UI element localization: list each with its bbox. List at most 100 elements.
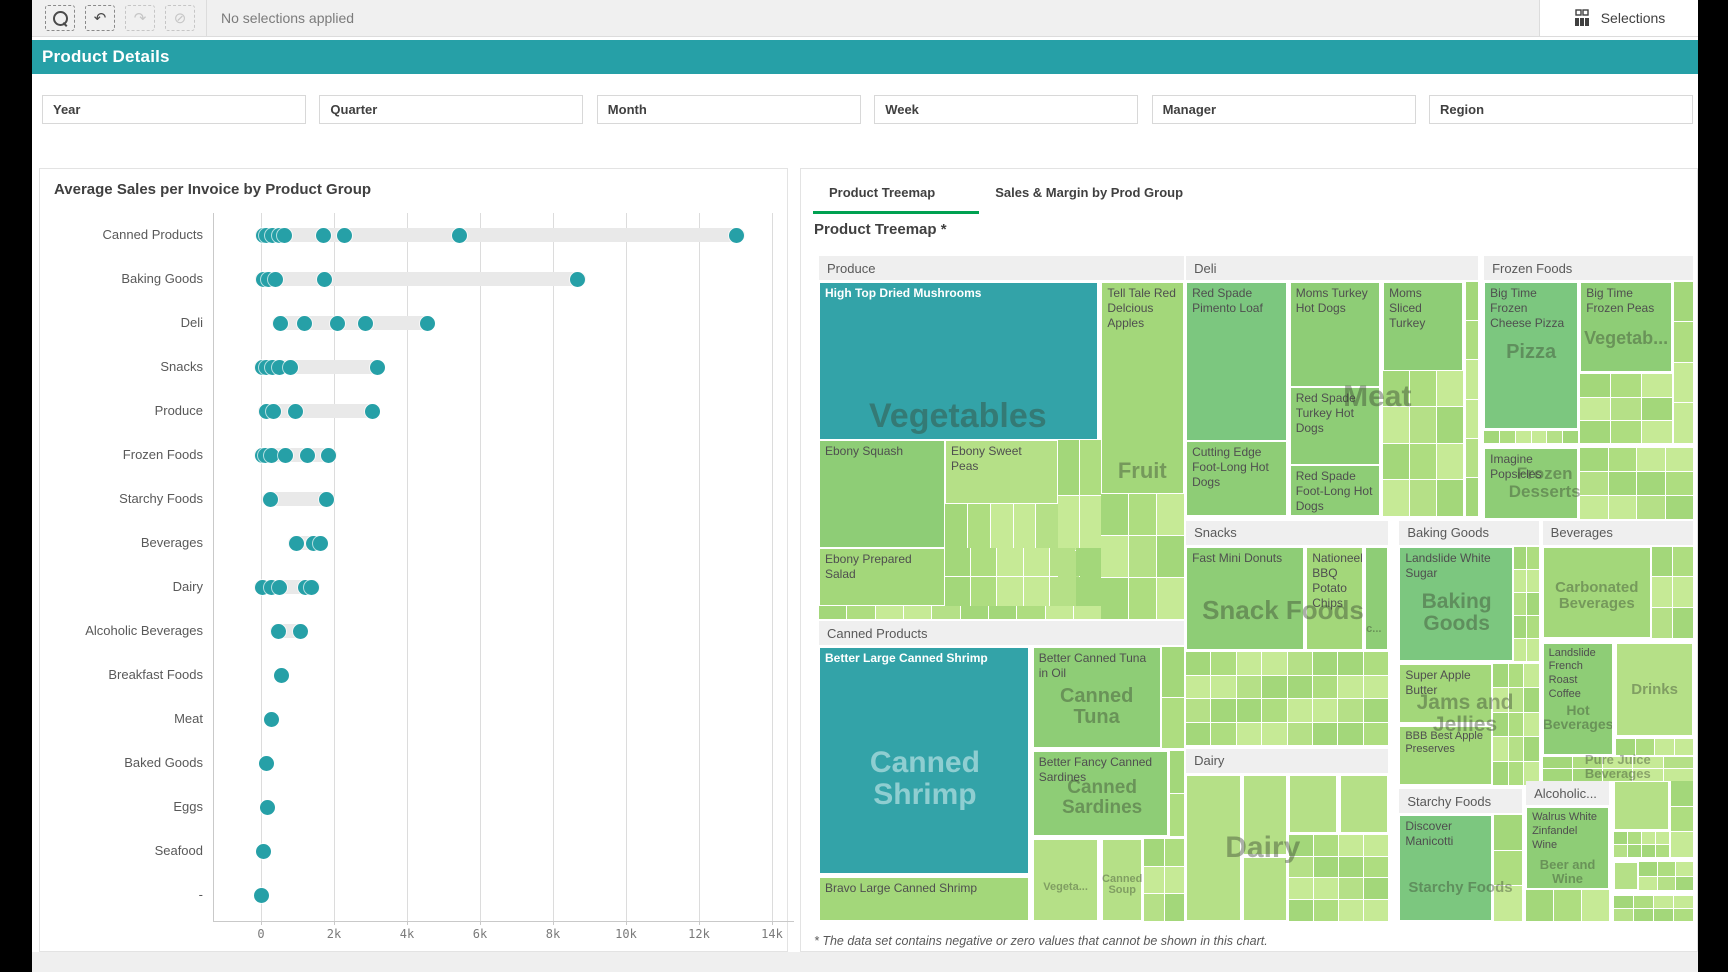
treemap-cell[interactable] <box>1580 421 1610 443</box>
treemap-cell[interactable] <box>1157 578 1184 619</box>
treemap-cell[interactable] <box>1582 890 1609 921</box>
treemap-cell[interactable] <box>1674 896 1693 908</box>
data-point[interactable] <box>293 624 308 639</box>
treemap-cell[interactable] <box>1580 472 1607 495</box>
treemap-cell[interactable] <box>1524 737 1539 761</box>
treemap-cell[interactable] <box>1514 616 1526 638</box>
treemap-cell[interactable] <box>1637 496 1664 519</box>
treemap-cell[interactable] <box>997 548 1022 576</box>
treemap-cell[interactable]: Landslide French Roast Coffee <box>1543 643 1614 755</box>
treemap-cell[interactable] <box>945 548 970 576</box>
treemap-cell[interactable] <box>1611 421 1641 443</box>
treemap-cell[interactable] <box>1580 496 1607 519</box>
treemap-cell[interactable] <box>1674 322 1693 361</box>
treemap-cell[interactable] <box>1058 440 1079 494</box>
treemap-cell[interactable] <box>1313 723 1337 746</box>
data-point[interactable] <box>268 272 283 287</box>
treemap-cell[interactable] <box>1165 894 1185 921</box>
treemap-cell[interactable] <box>1494 815 1522 850</box>
data-point[interactable] <box>289 536 304 551</box>
treemap-cell[interactable] <box>1076 577 1101 605</box>
treemap-cell[interactable] <box>1080 440 1101 494</box>
treemap-cell[interactable] <box>1656 832 1669 844</box>
treemap-cell[interactable] <box>1671 832 1693 856</box>
treemap-cell[interactable] <box>1288 652 1312 675</box>
data-point[interactable] <box>263 492 278 507</box>
treemap-cell[interactable] <box>1509 737 1524 761</box>
treemap-cell[interactable] <box>1129 578 1156 619</box>
data-point[interactable] <box>370 360 385 375</box>
data-point[interactable] <box>317 272 332 287</box>
treemap-cell[interactable] <box>1654 896 1673 908</box>
treemap-cell[interactable] <box>1652 608 1672 638</box>
treemap-cell[interactable] <box>1509 664 1524 688</box>
treemap-cell[interactable] <box>1614 909 1633 921</box>
treemap-cell[interactable] <box>1289 900 1313 921</box>
data-point[interactable] <box>365 404 380 419</box>
treemap-cell[interactable] <box>1338 652 1362 675</box>
filter-month[interactable]: Month <box>597 95 861 124</box>
treemap-cell[interactable]: Nationeel BBQ Potato Chips <box>1306 547 1363 650</box>
treemap-cell[interactable] <box>1673 577 1693 607</box>
treemap-cell[interactable] <box>1313 676 1337 699</box>
treemap-cell[interactable] <box>1410 480 1436 516</box>
treemap-cell[interactable] <box>1493 737 1508 761</box>
data-point[interactable] <box>283 360 298 375</box>
treemap-cell[interactable] <box>1664 757 1693 768</box>
treemap-cell[interactable] <box>1554 890 1581 921</box>
data-point[interactable] <box>570 272 585 287</box>
treemap-cell[interactable] <box>1129 536 1156 577</box>
treemap-cell[interactable] <box>1580 448 1607 471</box>
treemap-cell[interactable] <box>1046 606 1073 619</box>
treemap-cell[interactable] <box>1262 652 1286 675</box>
treemap-cell[interactable] <box>1237 676 1261 699</box>
treemap-cell[interactable] <box>1466 439 1478 477</box>
data-point[interactable] <box>300 448 315 463</box>
treemap-cell[interactable] <box>1628 832 1641 844</box>
treemap-cell[interactable] <box>1466 282 1478 320</box>
treemap-cell[interactable] <box>876 606 903 619</box>
treemap-cell[interactable] <box>1165 839 1185 866</box>
tab-sales-margin[interactable]: Sales & Margin by Prod Group <box>979 175 1227 214</box>
treemap-cell[interactable] <box>1339 835 1363 856</box>
data-point[interactable] <box>304 580 319 595</box>
data-point[interactable] <box>272 580 287 595</box>
data-point[interactable] <box>264 448 279 463</box>
treemap-cell[interactable]: Ebony Prepared Salad <box>819 548 945 605</box>
treemap-cell[interactable] <box>1674 403 1693 442</box>
treemap-cell[interactable] <box>1157 494 1184 535</box>
treemap-cell[interactable] <box>1642 398 1672 420</box>
treemap-cell[interactable] <box>1314 835 1338 856</box>
treemap-cell[interactable]: Super Apple Butter <box>1399 664 1491 724</box>
treemap-cell[interactable] <box>1314 900 1338 921</box>
treemap-cell[interactable] <box>1262 723 1286 746</box>
treemap-cell[interactable] <box>1437 407 1463 443</box>
treemap-cell[interactable] <box>1383 407 1409 443</box>
treemap-cell[interactable] <box>1262 676 1286 699</box>
data-point[interactable] <box>264 712 279 727</box>
treemap-cell[interactable] <box>1494 851 1522 886</box>
treemap-cell[interactable] <box>1157 536 1184 577</box>
treemap-cell[interactable] <box>1676 862 1693 875</box>
treemap-cell[interactable] <box>1036 504 1058 548</box>
treemap-cell[interactable] <box>1524 713 1539 737</box>
treemap-cell[interactable] <box>989 606 1016 619</box>
treemap-cell[interactable] <box>1288 699 1312 722</box>
treemap-cell[interactable] <box>991 504 1013 548</box>
treemap-cell[interactable]: Better Canned Tuna in Oil <box>1033 647 1161 748</box>
treemap-cell[interactable] <box>1514 547 1526 569</box>
treemap-cell[interactable] <box>1634 909 1653 921</box>
treemap-cell[interactable] <box>1609 472 1636 495</box>
treemap-cell[interactable] <box>1237 652 1261 675</box>
treemap-cell[interactable] <box>1676 877 1693 890</box>
treemap-cell[interactable] <box>1671 781 1693 805</box>
treemap-cell[interactable] <box>1364 857 1388 878</box>
treemap-cell[interactable] <box>1211 652 1235 675</box>
treemap-cell[interactable] <box>1289 857 1313 878</box>
treemap-cell[interactable] <box>1527 616 1539 638</box>
treemap-cell[interactable] <box>1655 739 1673 755</box>
treemap-cell[interactable] <box>1338 723 1362 746</box>
treemap-cell[interactable] <box>1514 593 1526 615</box>
treemap-cell[interactable] <box>1364 652 1388 675</box>
treemap-cell[interactable] <box>1050 577 1075 605</box>
